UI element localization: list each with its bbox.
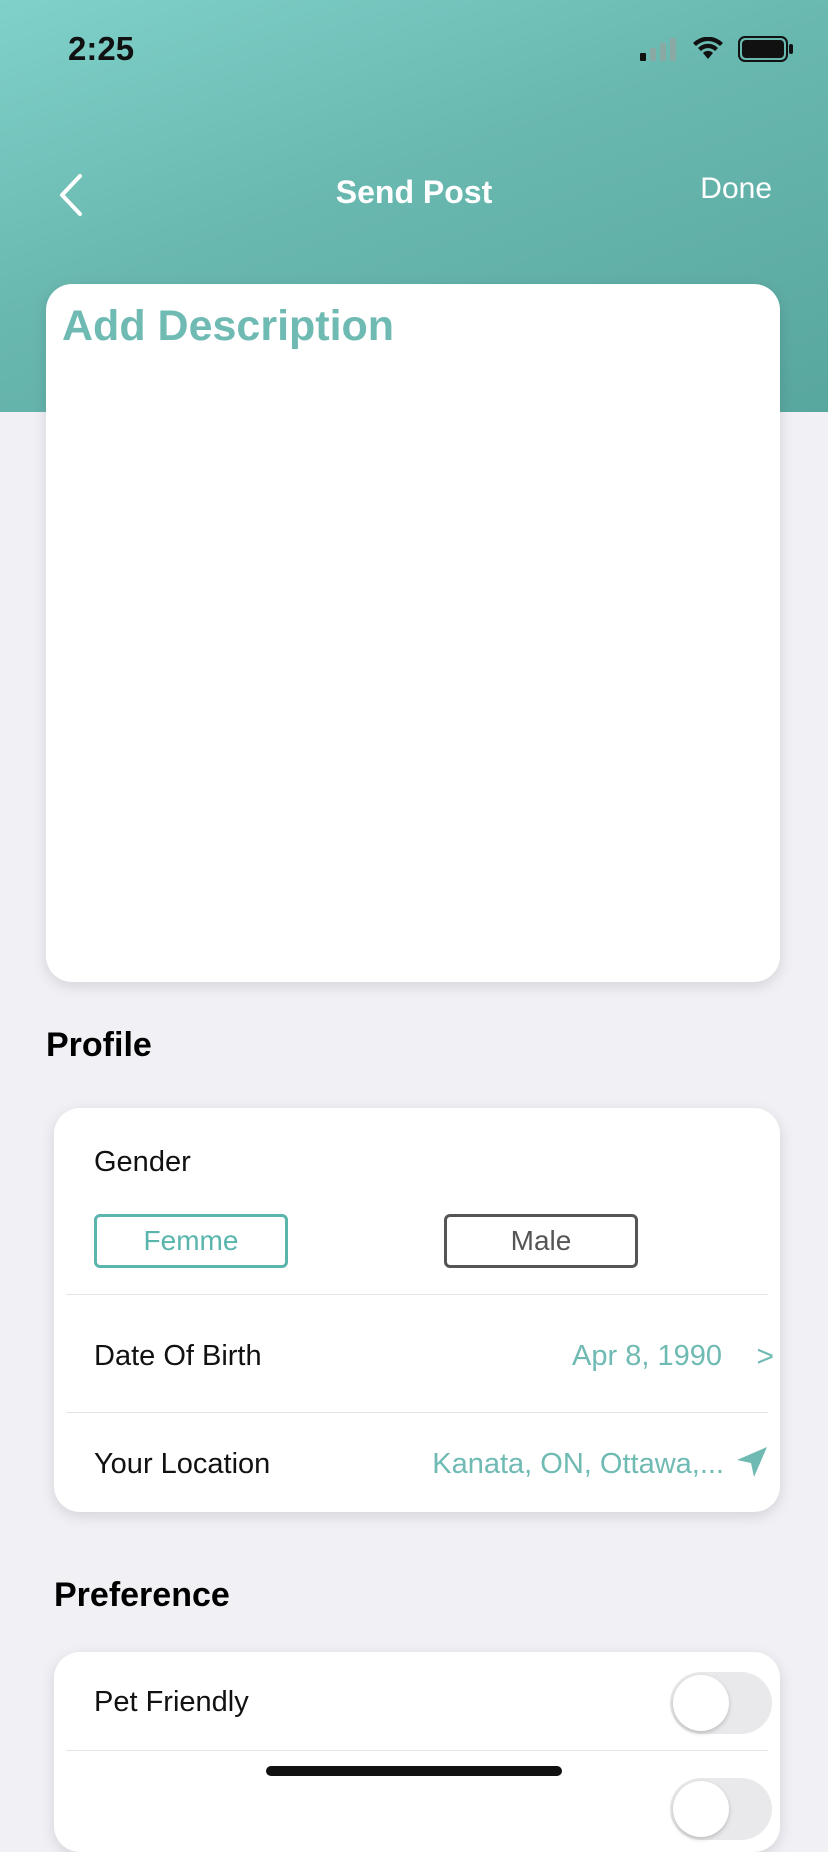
gender-femme-button[interactable]: Femme (94, 1214, 288, 1268)
home-indicator (266, 1766, 562, 1776)
divider (66, 1750, 768, 1751)
dob-value: Apr 8, 1990 (572, 1340, 722, 1372)
preference-section-title: Preference (54, 1576, 230, 1614)
location-label: Your Location (94, 1448, 271, 1480)
divider (66, 1294, 768, 1295)
done-button[interactable]: Done (700, 172, 772, 206)
profile-section-title: Profile (46, 1026, 152, 1064)
pet-friendly-label: Pet Friendly (94, 1686, 249, 1718)
toggle-knob (673, 1781, 729, 1837)
preference-card: Pet Friendly (54, 1652, 780, 1852)
dob-label: Date Of Birth (94, 1340, 262, 1372)
wifi-icon (693, 37, 723, 59)
location-arrow-icon[interactable] (734, 1444, 770, 1480)
pet-friendly-toggle[interactable] (670, 1672, 772, 1734)
chevron-right-icon: > (756, 1340, 774, 1373)
divider (66, 1412, 768, 1413)
status-time: 2:25 (68, 30, 135, 67)
profile-card: Gender Femme Male Date Of Birth Apr 8, 1… (54, 1108, 780, 1512)
description-input[interactable]: Add Description (46, 284, 780, 982)
gender-male-button[interactable]: Male (444, 1214, 638, 1268)
location-value: Kanata, ON, Ottawa,... (432, 1448, 724, 1480)
status-icons (638, 36, 794, 62)
toggle-knob (673, 1675, 729, 1731)
description-placeholder: Add Description (62, 302, 395, 350)
signal-icon (640, 38, 676, 61)
gender-label: Gender (94, 1146, 191, 1178)
battery-icon (738, 36, 793, 62)
preference-toggle-2[interactable] (670, 1778, 772, 1840)
